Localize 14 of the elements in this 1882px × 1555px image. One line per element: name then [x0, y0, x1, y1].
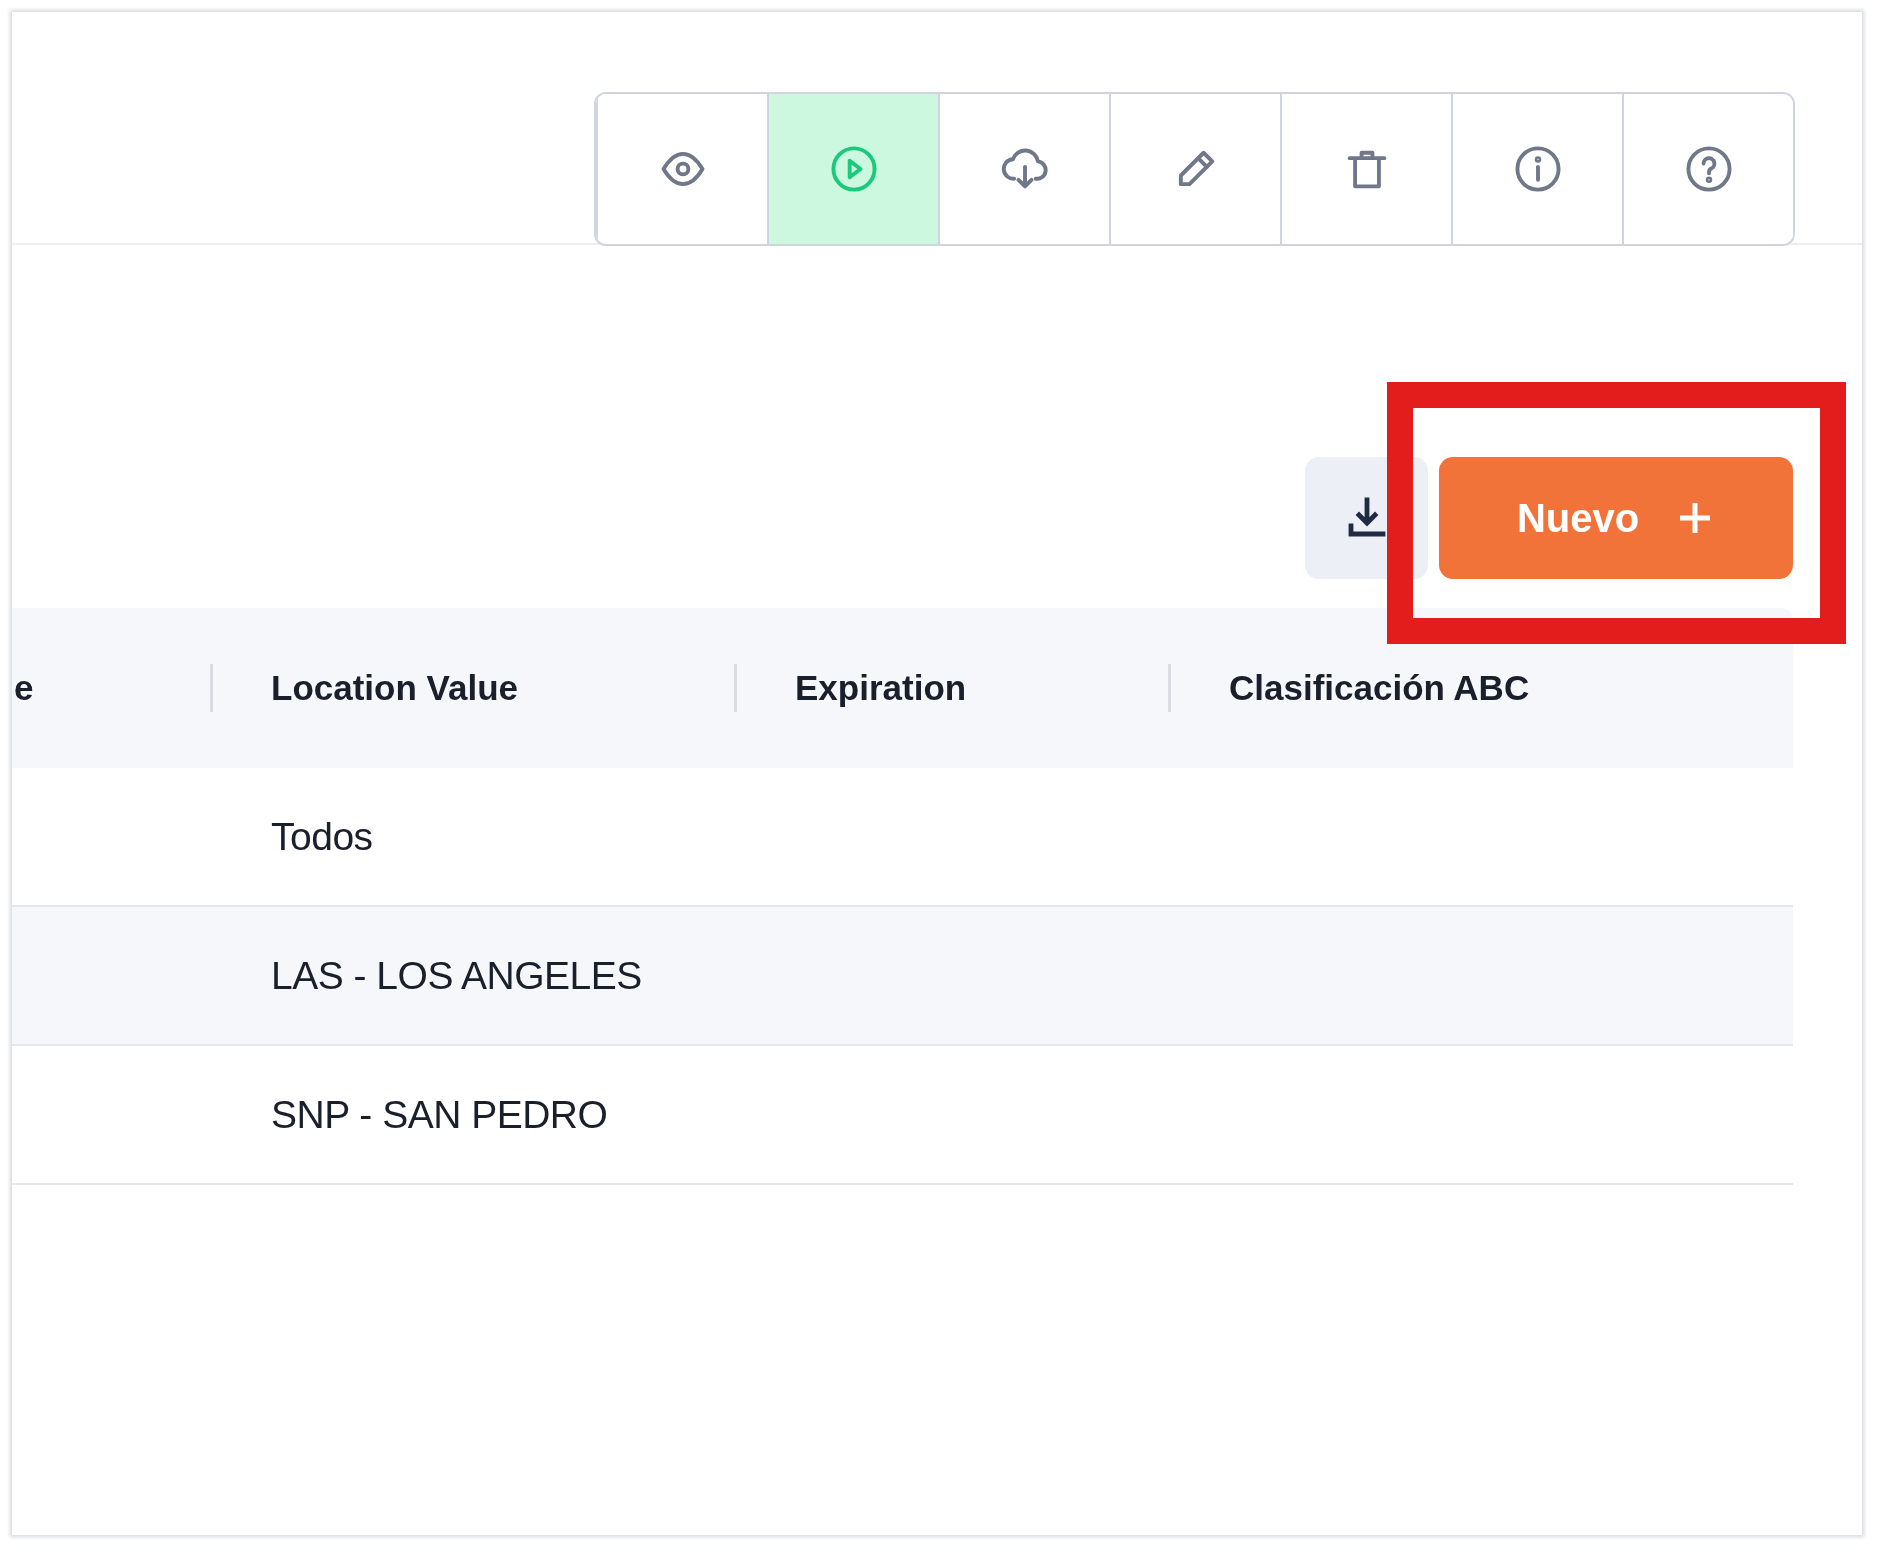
toolbar-button[interactable]: [767, 94, 938, 244]
toolbar-button[interactable]: [1451, 94, 1622, 244]
toolbar-button[interactable]: [1622, 94, 1793, 244]
column-header: Expiration: [795, 668, 967, 708]
toolbar-button[interactable]: [596, 94, 767, 244]
toolbar-button[interactable]: [938, 94, 1109, 244]
toolbar-button[interactable]: [1280, 94, 1451, 244]
table-cell: LAS - LOS ANGELES: [271, 953, 642, 997]
column-header: Location Value: [271, 668, 518, 708]
column-header: e: [14, 668, 34, 708]
table-cell: SNP - SAN PEDRO: [271, 1092, 608, 1136]
column-header: Clasificación ABC: [1229, 668, 1530, 708]
table-cell: Todos: [271, 814, 373, 858]
new-button[interactable]: Nuevo: [1439, 457, 1793, 579]
